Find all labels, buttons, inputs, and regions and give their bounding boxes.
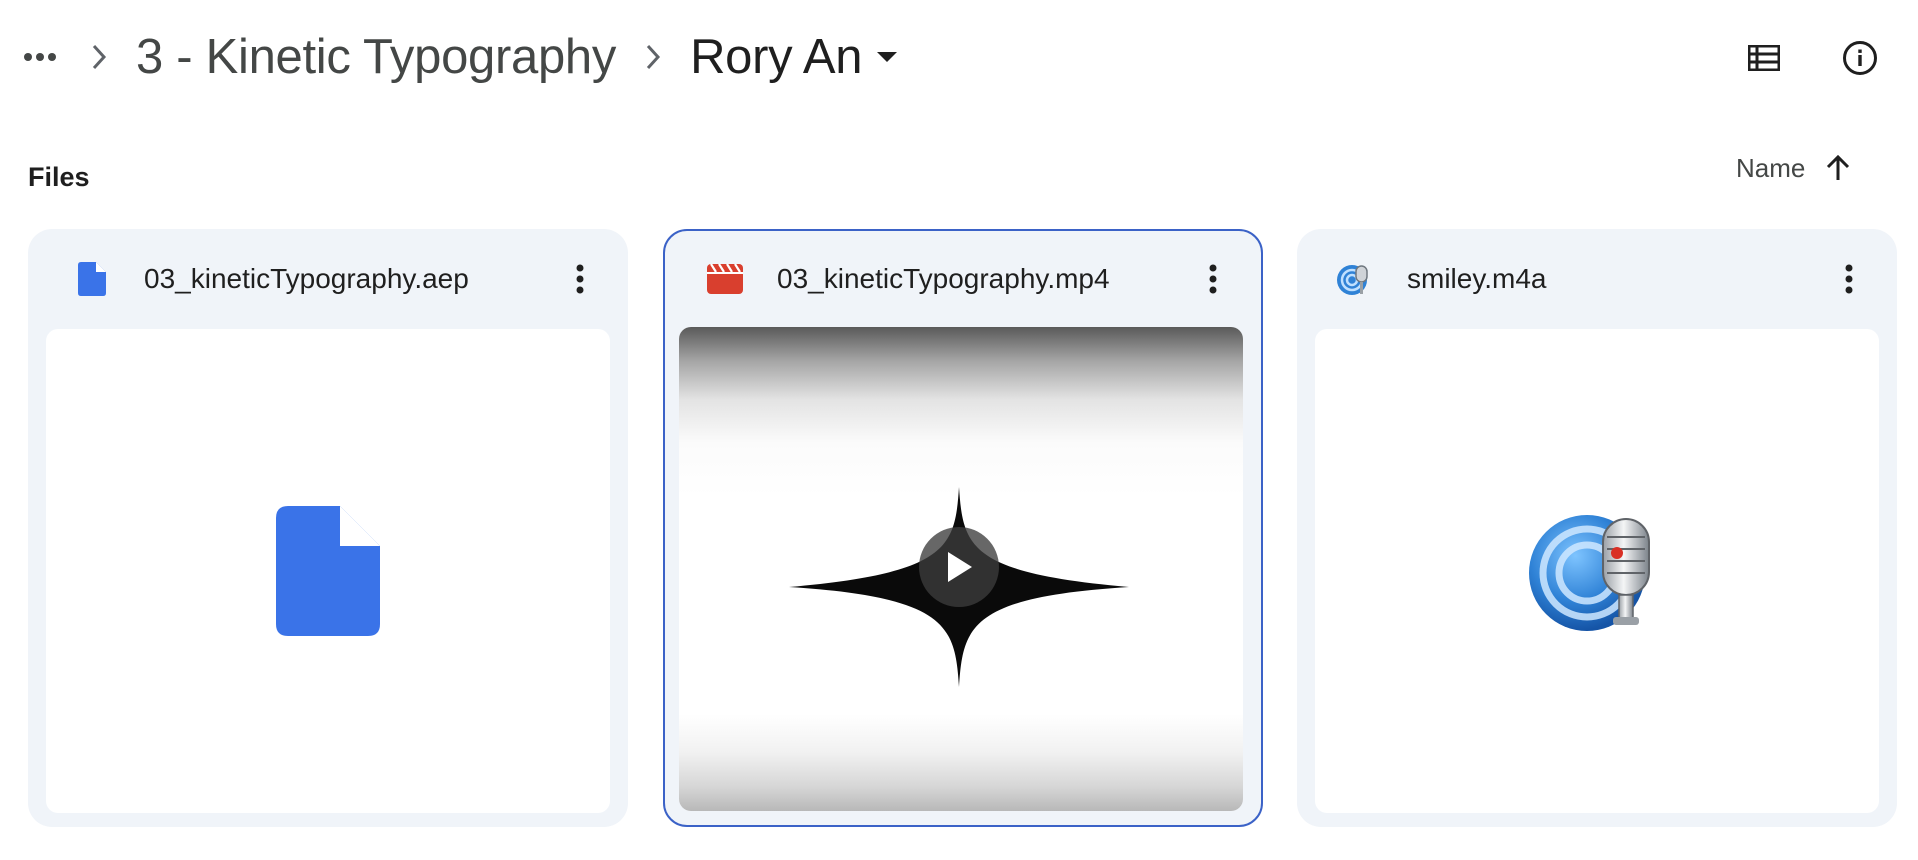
more-actions-button[interactable]	[558, 257, 602, 301]
arrow-up-icon	[1825, 154, 1851, 182]
info-icon	[1843, 41, 1877, 75]
file-card-selected[interactable]: 03_kineticTypography.mp4	[663, 229, 1263, 827]
top-bar: 3 - Kinetic Typography Rory An	[0, 0, 1918, 115]
video-thumbnail	[679, 327, 1243, 811]
more-actions-button[interactable]	[1827, 257, 1871, 301]
chevron-right-icon	[628, 35, 678, 79]
more-vert-icon	[576, 264, 584, 294]
sort-label: Name	[1736, 152, 1806, 183]
sort-by-name-button[interactable]: Name	[1736, 148, 1851, 188]
files-section-title: Files	[28, 162, 90, 192]
breadcrumb-current-folder[interactable]: Rory An	[690, 29, 898, 85]
generic-file-icon	[276, 506, 380, 636]
file-thumbnail	[46, 329, 610, 813]
file-thumbnail	[1315, 329, 1879, 813]
microphone-app-icon	[1529, 515, 1650, 631]
more-actions-button[interactable]	[1191, 257, 1235, 301]
more-breadcrumbs-button[interactable]	[18, 35, 62, 79]
audio-icon	[1335, 259, 1375, 299]
breadcrumb-parent-folder[interactable]: 3 - Kinetic Typography	[136, 29, 616, 85]
file-icon	[72, 259, 112, 299]
file-card[interactable]: 03_kineticTypography.aep	[28, 229, 628, 827]
caret-down-icon	[876, 51, 898, 63]
more-horiz-icon	[24, 53, 56, 61]
video-icon	[705, 259, 745, 299]
file-card-header: 03_kineticTypography.mp4	[665, 229, 1261, 329]
list-view-button[interactable]	[1740, 34, 1788, 82]
play-button[interactable]	[919, 527, 999, 607]
play-icon	[948, 552, 972, 582]
chevron-right-icon	[74, 35, 124, 79]
current-folder-label: Rory An	[690, 30, 863, 84]
file-card[interactable]: smiley.m4a	[1297, 229, 1897, 827]
details-button[interactable]	[1836, 34, 1884, 82]
file-name: 03_kineticTypography.mp4	[777, 263, 1110, 294]
file-name: 03_kineticTypography.aep	[144, 263, 469, 294]
file-name: smiley.m4a	[1407, 263, 1547, 294]
more-vert-icon	[1845, 264, 1853, 294]
more-vert-icon	[1209, 264, 1217, 294]
file-card-header: 03_kineticTypography.aep	[28, 229, 628, 329]
file-card-header: smiley.m4a	[1297, 229, 1897, 329]
breadcrumb: 3 - Kinetic Typography Rory An	[18, 22, 898, 92]
list-view-icon	[1748, 45, 1780, 71]
